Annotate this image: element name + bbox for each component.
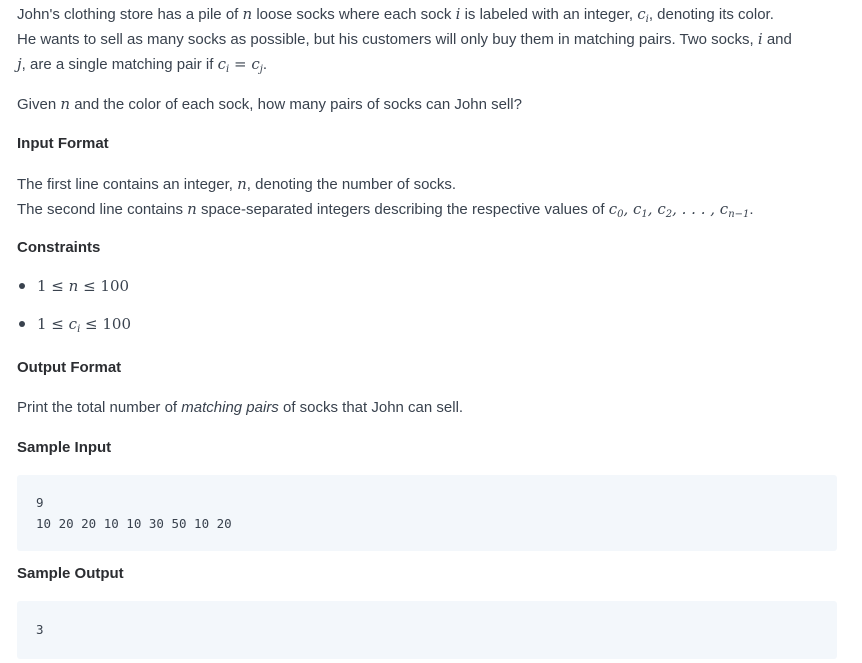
- code-line: 10 20 20 10 10 30 50 10 20: [36, 516, 232, 531]
- task-text: Given: [17, 96, 61, 113]
- math-eq: =: [229, 55, 252, 73]
- output-format-emphasis: matching pairs: [181, 399, 279, 416]
- output-format-heading: Output Format: [17, 359, 122, 376]
- output-format-text: Print the total number of matching pairs…: [17, 396, 845, 420]
- intro-text: loose socks where each sock: [252, 6, 456, 23]
- output-format-text-b: of socks that John can sell.: [278, 399, 464, 416]
- task-text: and the color of each sock, how many pai…: [70, 96, 522, 113]
- intro-text: John's clothing store has a pile of: [17, 6, 243, 23]
- intro-text: and: [762, 31, 792, 48]
- code-line: 9: [36, 495, 44, 510]
- math-n: n: [187, 200, 197, 218]
- math-n: n: [60, 95, 71, 113]
- math-n: n: [237, 175, 247, 193]
- math-n: n: [242, 5, 253, 23]
- code-line: 3: [36, 622, 44, 637]
- bullet-icon: [19, 283, 25, 289]
- problem-intro: John's clothing store has a pile of n lo…: [17, 2, 845, 77]
- constraint-ci: 1 ≤ ci ≤ 100: [37, 315, 132, 335]
- math-c: c: [251, 55, 260, 73]
- math-color-values: c0, c1, c2, . . . , cn−1: [608, 200, 750, 220]
- constraint-item: 1 ≤ ci ≤ 100: [17, 312, 845, 336]
- intro-text: , are a single matching pair if: [21, 56, 218, 73]
- sample-output-code: 3: [17, 601, 837, 659]
- problem-task: Given n and the color of each sock, how …: [17, 92, 845, 117]
- input-format-heading: Input Format: [17, 135, 109, 152]
- intro-text: He wants to sell as many socks as possib…: [17, 31, 758, 48]
- constraint-item: 1 ≤ n ≤ 100: [17, 274, 845, 298]
- math-c: c: [217, 55, 226, 73]
- input-format-line1: The first line contains an integer,: [17, 176, 238, 193]
- constraints-list: 1 ≤ n ≤ 100 1 ≤ ci ≤ 100: [17, 274, 845, 336]
- constraint-n: 1 ≤ n ≤ 100: [37, 277, 130, 295]
- output-format-text-a: Print the total number of: [17, 399, 182, 416]
- sample-output-heading: Sample Output: [17, 565, 124, 582]
- math-c: c: [637, 5, 646, 23]
- bullet-icon: [19, 321, 25, 327]
- intro-text: , denoting its color.: [648, 6, 774, 23]
- constraints-heading: Constraints: [17, 239, 101, 256]
- input-format-text: The first line contains an integer, n, d…: [17, 172, 845, 222]
- problem-statement: John's clothing store has a pile of n lo…: [0, 0, 862, 663]
- sample-input-heading: Sample Input: [17, 439, 112, 456]
- intro-text: is labeled with an integer,: [460, 6, 638, 23]
- input-format-line2: The second line contains: [17, 201, 188, 218]
- intro-text: .: [262, 56, 267, 73]
- input-format-line2: space-separated integers describing the …: [196, 201, 609, 218]
- input-format-line2-end: .: [749, 201, 754, 218]
- input-format-line1: , denoting the number of socks.: [246, 176, 457, 193]
- sample-input-code: 9 10 20 20 10 10 30 50 10 20: [17, 475, 837, 551]
